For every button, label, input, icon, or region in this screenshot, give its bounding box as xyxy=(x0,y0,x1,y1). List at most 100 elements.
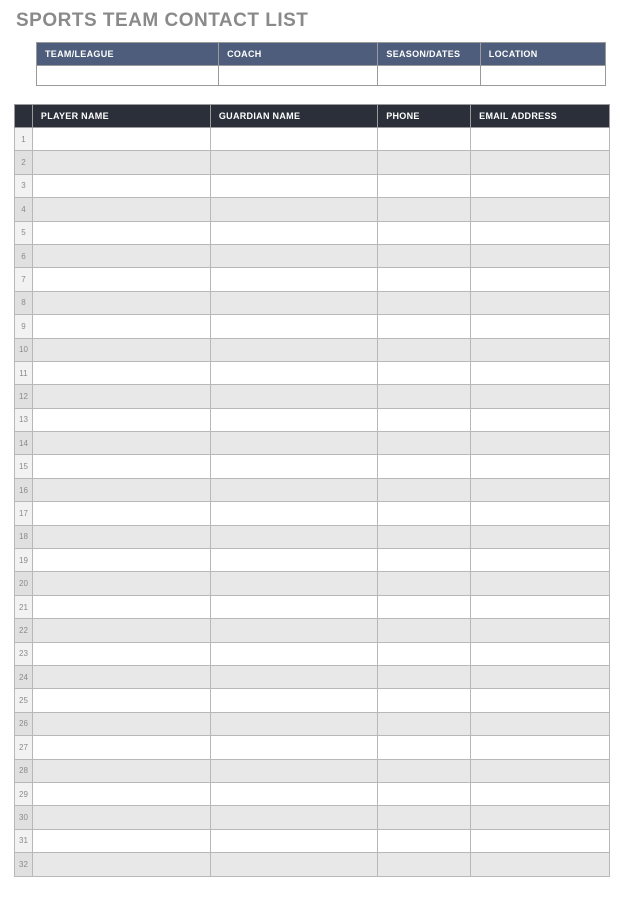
guardian-name-cell[interactable] xyxy=(210,525,377,548)
guardian-name-cell[interactable] xyxy=(210,268,377,291)
guardian-name-cell[interactable] xyxy=(210,151,377,174)
phone-cell[interactable] xyxy=(378,619,471,642)
email-cell[interactable] xyxy=(471,128,610,151)
email-cell[interactable] xyxy=(471,268,610,291)
player-name-cell[interactable] xyxy=(32,689,210,712)
guardian-name-cell[interactable] xyxy=(210,291,377,314)
guardian-name-cell[interactable] xyxy=(210,829,377,852)
email-cell[interactable] xyxy=(471,736,610,759)
phone-cell[interactable] xyxy=(378,221,471,244)
email-cell[interactable] xyxy=(471,595,610,618)
email-cell[interactable] xyxy=(471,338,610,361)
phone-cell[interactable] xyxy=(378,408,471,431)
phone-cell[interactable] xyxy=(378,502,471,525)
guardian-name-cell[interactable] xyxy=(210,642,377,665)
email-cell[interactable] xyxy=(471,151,610,174)
email-cell[interactable] xyxy=(471,829,610,852)
phone-cell[interactable] xyxy=(378,782,471,805)
phone-cell[interactable] xyxy=(378,665,471,688)
phone-cell[interactable] xyxy=(378,198,471,221)
player-name-cell[interactable] xyxy=(32,198,210,221)
email-cell[interactable] xyxy=(471,361,610,384)
player-name-cell[interactable] xyxy=(32,853,210,876)
email-cell[interactable] xyxy=(471,315,610,338)
guardian-name-cell[interactable] xyxy=(210,665,377,688)
player-name-cell[interactable] xyxy=(32,549,210,572)
email-cell[interactable] xyxy=(471,572,610,595)
guardian-name-cell[interactable] xyxy=(210,361,377,384)
phone-cell[interactable] xyxy=(378,806,471,829)
player-name-cell[interactable] xyxy=(32,736,210,759)
player-name-cell[interactable] xyxy=(32,244,210,267)
email-cell[interactable] xyxy=(471,291,610,314)
info-cell-coach[interactable] xyxy=(219,66,378,86)
player-name-cell[interactable] xyxy=(32,829,210,852)
player-name-cell[interactable] xyxy=(32,478,210,501)
email-cell[interactable] xyxy=(471,221,610,244)
phone-cell[interactable] xyxy=(378,736,471,759)
guardian-name-cell[interactable] xyxy=(210,338,377,361)
phone-cell[interactable] xyxy=(378,174,471,197)
phone-cell[interactable] xyxy=(378,268,471,291)
guardian-name-cell[interactable] xyxy=(210,315,377,338)
email-cell[interactable] xyxy=(471,525,610,548)
email-cell[interactable] xyxy=(471,478,610,501)
phone-cell[interactable] xyxy=(378,572,471,595)
guardian-name-cell[interactable] xyxy=(210,689,377,712)
email-cell[interactable] xyxy=(471,502,610,525)
phone-cell[interactable] xyxy=(378,853,471,876)
guardian-name-cell[interactable] xyxy=(210,478,377,501)
guardian-name-cell[interactable] xyxy=(210,782,377,805)
guardian-name-cell[interactable] xyxy=(210,221,377,244)
phone-cell[interactable] xyxy=(378,712,471,735)
player-name-cell[interactable] xyxy=(32,385,210,408)
info-cell-location[interactable] xyxy=(480,66,605,86)
player-name-cell[interactable] xyxy=(32,502,210,525)
player-name-cell[interactable] xyxy=(32,432,210,455)
guardian-name-cell[interactable] xyxy=(210,408,377,431)
phone-cell[interactable] xyxy=(378,549,471,572)
guardian-name-cell[interactable] xyxy=(210,619,377,642)
player-name-cell[interactable] xyxy=(32,642,210,665)
phone-cell[interactable] xyxy=(378,315,471,338)
player-name-cell[interactable] xyxy=(32,174,210,197)
info-cell-season[interactable] xyxy=(378,66,480,86)
email-cell[interactable] xyxy=(471,549,610,572)
guardian-name-cell[interactable] xyxy=(210,502,377,525)
email-cell[interactable] xyxy=(471,665,610,688)
guardian-name-cell[interactable] xyxy=(210,455,377,478)
guardian-name-cell[interactable] xyxy=(210,806,377,829)
phone-cell[interactable] xyxy=(378,361,471,384)
player-name-cell[interactable] xyxy=(32,151,210,174)
email-cell[interactable] xyxy=(471,455,610,478)
player-name-cell[interactable] xyxy=(32,595,210,618)
phone-cell[interactable] xyxy=(378,759,471,782)
email-cell[interactable] xyxy=(471,806,610,829)
email-cell[interactable] xyxy=(471,759,610,782)
phone-cell[interactable] xyxy=(378,244,471,267)
info-cell-team[interactable] xyxy=(37,66,219,86)
phone-cell[interactable] xyxy=(378,128,471,151)
guardian-name-cell[interactable] xyxy=(210,736,377,759)
email-cell[interactable] xyxy=(471,712,610,735)
player-name-cell[interactable] xyxy=(32,338,210,361)
email-cell[interactable] xyxy=(471,642,610,665)
email-cell[interactable] xyxy=(471,408,610,431)
guardian-name-cell[interactable] xyxy=(210,198,377,221)
guardian-name-cell[interactable] xyxy=(210,174,377,197)
phone-cell[interactable] xyxy=(378,338,471,361)
email-cell[interactable] xyxy=(471,689,610,712)
phone-cell[interactable] xyxy=(378,432,471,455)
phone-cell[interactable] xyxy=(378,151,471,174)
player-name-cell[interactable] xyxy=(32,572,210,595)
phone-cell[interactable] xyxy=(378,595,471,618)
phone-cell[interactable] xyxy=(378,689,471,712)
email-cell[interactable] xyxy=(471,853,610,876)
phone-cell[interactable] xyxy=(378,478,471,501)
player-name-cell[interactable] xyxy=(32,268,210,291)
phone-cell[interactable] xyxy=(378,642,471,665)
guardian-name-cell[interactable] xyxy=(210,712,377,735)
player-name-cell[interactable] xyxy=(32,315,210,338)
phone-cell[interactable] xyxy=(378,829,471,852)
player-name-cell[interactable] xyxy=(32,665,210,688)
